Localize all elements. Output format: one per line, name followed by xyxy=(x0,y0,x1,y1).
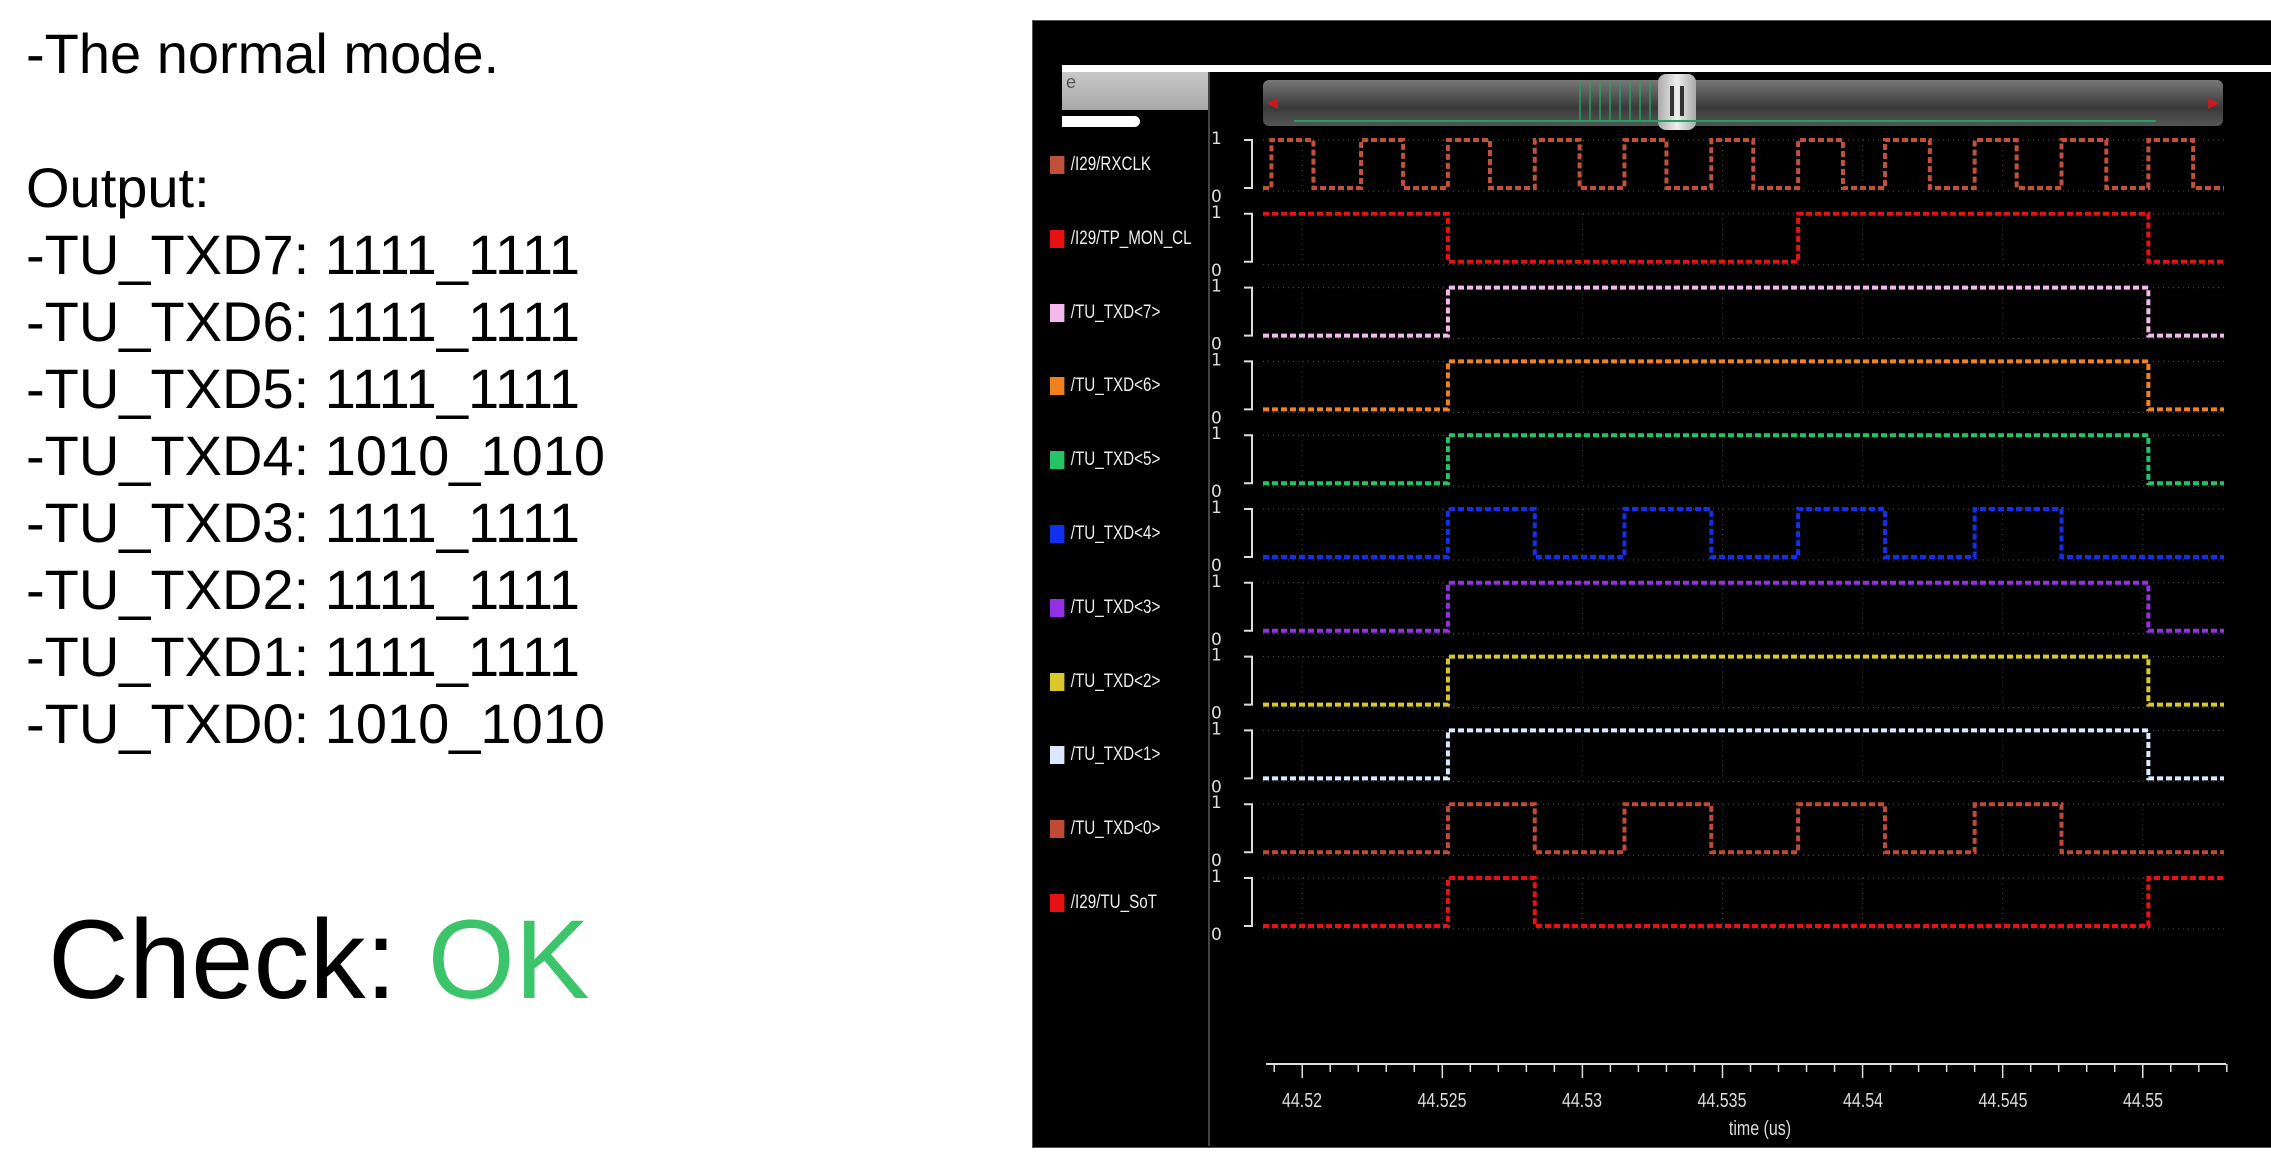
signal-waveform xyxy=(1263,802,2224,855)
level-high-label: 1 xyxy=(1211,646,1222,666)
level-bracket xyxy=(1244,434,1253,485)
signal-waveform xyxy=(1263,580,2224,633)
level-high-label: 1 xyxy=(1211,719,1222,739)
level-high-label: 1 xyxy=(1211,129,1222,149)
level-bracket xyxy=(1244,877,1253,927)
signal-waveform xyxy=(1263,138,2224,190)
level-bracket xyxy=(1244,729,1253,780)
level-bracket xyxy=(1244,508,1253,558)
x-tick-label: 44.53 xyxy=(1562,1090,1603,1112)
signal-waveform xyxy=(1263,211,2224,264)
x-tick-label: 44.535 xyxy=(1698,1090,1747,1112)
x-axis-label: time (us) xyxy=(1728,1118,1792,1140)
waveform-plot: 1010101010101010101010 xyxy=(1211,82,2228,1078)
signal-waveform xyxy=(1263,728,2224,781)
x-tick-label: 44.545 xyxy=(1978,1090,2028,1112)
x-tick-label: 44.525 xyxy=(1417,1090,1467,1112)
level-bracket xyxy=(1244,139,1253,189)
level-bracket xyxy=(1244,360,1253,411)
level-high-label: 1 xyxy=(1211,350,1222,370)
level-low-label: 0 xyxy=(1211,925,1222,945)
level-bracket xyxy=(1244,803,1253,854)
level-bracket xyxy=(1244,286,1253,337)
level-high-label: 1 xyxy=(1211,203,1222,223)
level-high-label: 1 xyxy=(1211,277,1222,297)
level-high-label: 1 xyxy=(1211,793,1222,813)
level-high-label: 1 xyxy=(1211,867,1222,887)
level-bracket xyxy=(1244,655,1253,706)
signal-waveform xyxy=(1263,507,2224,559)
signal-waveform xyxy=(1263,285,2224,338)
level-bracket xyxy=(1244,212,1253,263)
level-high-label: 1 xyxy=(1211,572,1222,592)
signal-waveform xyxy=(1263,654,2224,707)
signal-waveform xyxy=(1263,433,2224,486)
x-tick-label: 44.54 xyxy=(1842,1090,1883,1112)
level-high-label: 1 xyxy=(1211,424,1222,444)
x-tick-label: 44.52 xyxy=(1282,1090,1323,1112)
x-tick-label: 44.55 xyxy=(2122,1090,2163,1112)
level-bracket xyxy=(1244,581,1253,632)
level-high-label: 1 xyxy=(1211,498,1222,518)
signal-waveform xyxy=(1263,359,2224,412)
signal-waveform xyxy=(1263,876,2224,928)
